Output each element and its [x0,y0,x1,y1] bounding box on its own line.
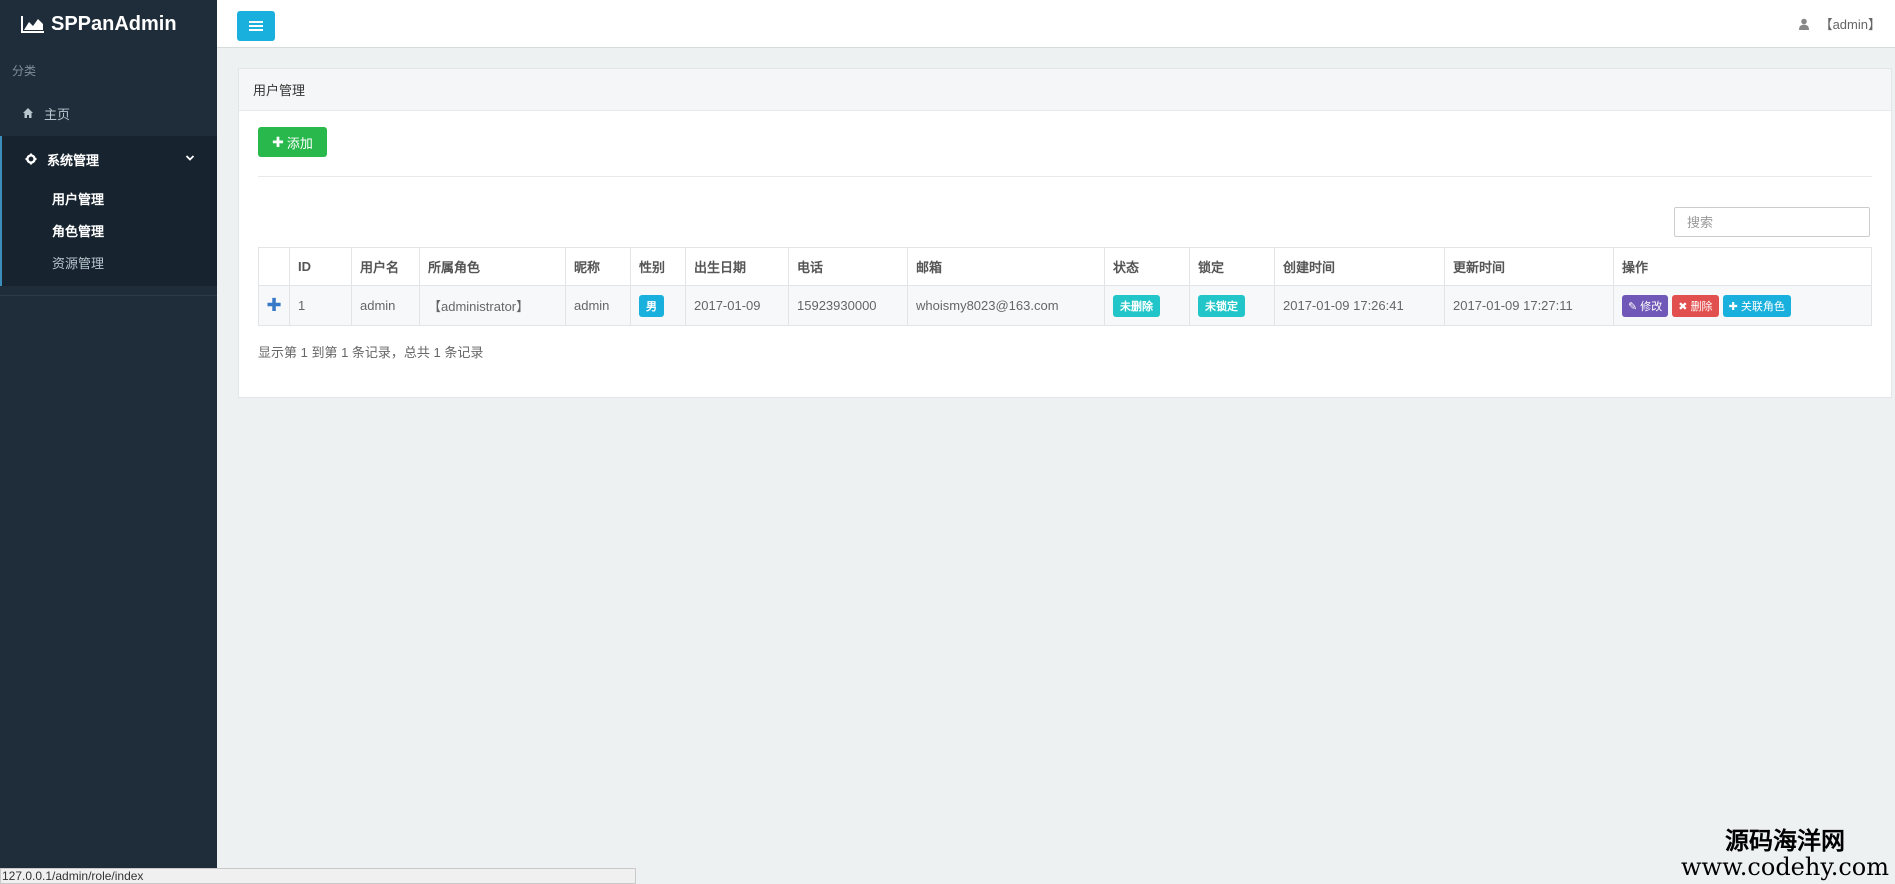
status-badge: 未删除 [1113,294,1160,317]
area-chart-icon [21,16,44,33]
column-header[interactable]: 性别 [630,247,686,286]
column-header[interactable]: 邮箱 [907,247,1105,286]
sidebar-group-label: 系统管理 [47,152,100,168]
cell-birthday: 2017-01-09 [685,285,789,326]
sex-badge: 男 [639,294,664,317]
panel-title: 用户管理 [239,69,1891,111]
assign-role-button[interactable]: ✚ 关联角色 [1722,294,1791,317]
expand-row-icon[interactable]: ✚ [258,285,290,326]
cell-username: admin [351,285,420,326]
column-header[interactable]: 更新时间 [1444,247,1614,286]
column-header[interactable]: 昵称 [565,247,631,286]
table-header-row: ID 用户名 所属角色 昵称 性别 出生日期 电话 邮箱 状态 锁定 创建时间 … [258,247,1872,286]
app-logo[interactable]: SPPanAdmin [0,0,217,48]
user-management-panel: 用户管理 ✚ 添加 ID 用户名 所属角色 昵称 性别 出生日期 电话 邮箱 状… [238,68,1892,398]
sidebar-header: 分类 [12,64,37,78]
sidebar-group-title[interactable]: 系统管理 [2,136,217,182]
menu-icon [249,21,263,31]
edit-label: 修改 [1640,300,1663,313]
user-table: ID 用户名 所属角色 昵称 性别 出生日期 电话 邮箱 状态 锁定 创建时间 … [258,247,1872,326]
add-button-label: 添加 [286,135,313,151]
delete-label: 删除 [1690,300,1713,313]
column-header[interactable]: 出生日期 [685,247,789,286]
sidebar-item-resources[interactable]: 资源管理 [2,246,217,278]
cell-actions: ✎ 修改 ✖ 删除 ✚ 关联角色 [1613,285,1872,326]
user-icon [1798,18,1809,30]
app-title: SPPanAdmin [51,12,177,35]
search-input[interactable] [1674,207,1870,237]
watermark: 源码海洋网 www.codehy.com [1681,826,1889,882]
topbar: 【admin】 [217,0,1895,48]
sidebar-item-users[interactable]: 用户管理 [2,182,217,214]
plus-icon: ✚ [1728,300,1738,313]
delete-button[interactable]: ✖ 删除 [1672,294,1719,317]
add-user-button[interactable]: ✚ 添加 [258,127,327,157]
column-header[interactable]: 锁定 [1189,247,1275,286]
cell-phone: 15923930000 [788,285,908,326]
edit-icon: ✎ [1628,300,1638,313]
column-header[interactable]: 状态 [1104,247,1190,286]
cell-nickname: admin [565,285,631,326]
column-header[interactable]: 用户名 [351,247,420,286]
sidebar-toggle-button[interactable] [237,11,275,41]
chevron-down-icon[interactable] [185,153,195,163]
username-label: 【admin】 [1819,17,1881,32]
user-menu[interactable]: 【admin】 [1798,14,1881,33]
edit-button[interactable]: ✎ 修改 [1622,294,1669,317]
cell-updated: 2017-01-09 17:27:11 [1444,285,1614,326]
sidebar-item-home[interactable]: 主页 [0,90,217,136]
sidebar-item-label: 主页 [44,106,71,122]
sidebar-item-roles[interactable]: 角色管理 [2,214,217,246]
column-header-expand [258,247,290,286]
cell-email: whoismy8023@163.com [907,285,1105,326]
column-header[interactable]: 电话 [788,247,908,286]
locked-badge: 未锁定 [1198,294,1245,317]
table-row: ✚ 1 admin 【administrator】 admin 男 2017-0… [258,285,1872,326]
column-header[interactable]: ID [289,247,352,286]
watermark-line-1: 源码海洋网 [1725,826,1845,855]
plus-icon: ✚ [272,133,284,150]
status-bar-url: 127.0.0.1/admin/role/index [0,868,636,884]
column-header: 操作 [1613,247,1872,286]
pagination-info: 显示第 1 到第 1 条记录，总共 1 条记录 [258,345,484,360]
column-header[interactable]: 创建时间 [1274,247,1445,286]
cell-id: 1 [289,285,352,326]
sidebar-group-system: 系统管理 用户管理 角色管理 资源管理 [0,136,217,286]
gear-icon [25,153,37,165]
home-icon [23,108,33,118]
column-header[interactable]: 所属角色 [419,247,566,286]
assign-role-label: 关联角色 [1740,300,1785,313]
cell-created: 2017-01-09 17:26:41 [1274,285,1445,326]
cell-sex: 男 [630,285,686,326]
sidebar: SPPanAdmin 分类 主页 系统管理 用户管理 角色管理 资源管理 [0,0,217,884]
cell-role: 【administrator】 [419,285,566,326]
cell-locked: 未锁定 [1189,285,1275,326]
cell-status: 未删除 [1104,285,1190,326]
close-icon: ✖ [1678,300,1688,313]
sidebar-divider [0,286,217,296]
watermark-line-2: www.codehy.com [1681,853,1889,882]
divider [258,176,1872,177]
